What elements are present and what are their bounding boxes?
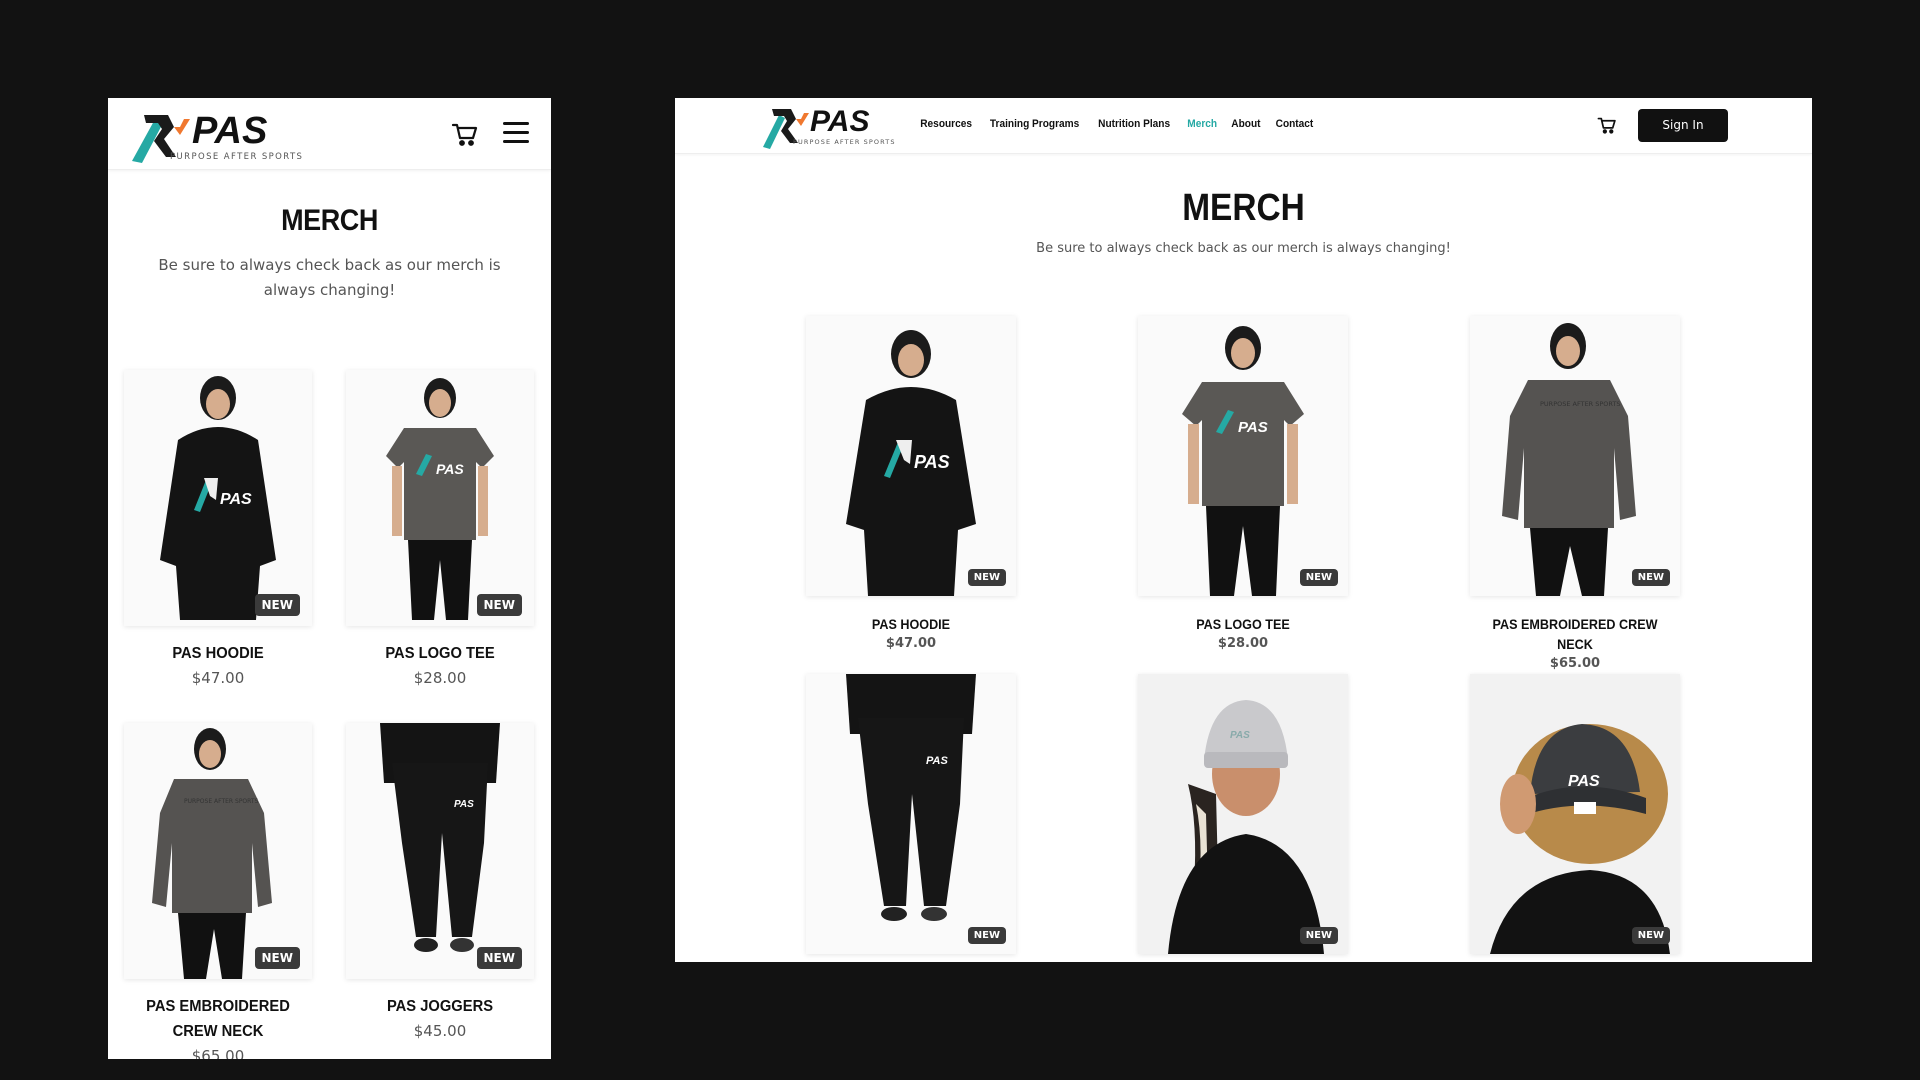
nav-item-resources[interactable]: Resources <box>920 118 972 130</box>
product-card[interactable]: PAS NEW PAS LOGO TEE $28.00 <box>1138 316 1348 654</box>
product-card[interactable]: PAS NEW PAS LOGO TEE $28.00 <box>346 370 534 690</box>
mobile-view: PAS PURPOSE AFTER SPORTS MERCH Be sure t… <box>108 98 551 1059</box>
product-price: $45.00 <box>413 1022 467 1040</box>
product-card[interactable]: PAS NEW <box>806 674 1016 954</box>
product-price: $47.00 <box>885 636 937 651</box>
cart-icon[interactable] <box>1597 115 1617 135</box>
product-name[interactable]: PAS EMBROIDERED CREW NECK <box>132 994 305 1044</box>
new-badge: NEW <box>254 594 300 616</box>
product-image-joggers[interactable]: PAS NEW <box>346 723 534 979</box>
product-price: $65.00 <box>191 1047 245 1059</box>
svg-text:PURPOSE AFTER SPORTS: PURPOSE AFTER SPORTS <box>184 798 259 805</box>
new-badge: NEW <box>1631 569 1670 586</box>
mobile-header: PAS PURPOSE AFTER SPORTS <box>108 98 551 170</box>
page-subtitle: Be sure to always check back as our merc… <box>158 256 501 299</box>
brand-logo[interactable]: PAS PURPOSE AFTER SPORTS <box>757 101 907 151</box>
product-card[interactable]: PAS NEW PAS JOGGERS $45.00 <box>346 723 534 1043</box>
logo-wordmark: PAS <box>810 105 869 138</box>
new-badge: NEW <box>1299 927 1338 944</box>
new-badge: NEW <box>967 569 1006 586</box>
cart-icon[interactable] <box>451 120 479 148</box>
nav-item-training-programs[interactable]: Training Programs <box>990 118 1079 130</box>
new-badge: NEW <box>1299 569 1338 586</box>
product-price: $28.00 <box>413 669 467 687</box>
nav-item-nutrition-plans[interactable]: Nutrition Plans <box>1099 118 1171 130</box>
svg-text:PAS: PAS <box>914 452 950 472</box>
svg-text:PAS: PAS <box>436 461 464 477</box>
product-image-joggers[interactable]: PAS NEW <box>806 674 1016 954</box>
product-image-hoodie[interactable]: PAS NEW <box>124 370 312 626</box>
product-image-hoodie[interactable]: PAS NEW <box>806 316 1016 596</box>
product-card[interactable]: PAS NEW PAS HOODIE $47.00 <box>124 370 312 690</box>
desktop-view: PAS PURPOSE AFTER SPORTS Resources Train… <box>675 98 1812 962</box>
product-name[interactable]: PAS HOODIE <box>132 641 305 666</box>
brand-logo[interactable]: PAS PURPOSE AFTER SPORTS <box>124 105 314 165</box>
product-image-cap[interactable]: PAS NEW <box>1470 674 1680 954</box>
nav-item-contact[interactable]: Contact <box>1276 118 1314 130</box>
svg-text:PAS: PAS <box>1230 730 1250 741</box>
logo-wordmark: PAS <box>192 110 267 152</box>
new-badge: NEW <box>1631 927 1670 944</box>
svg-text:PAS: PAS <box>926 755 948 767</box>
page-title: MERCH <box>1182 187 1305 229</box>
product-name[interactable]: PAS HOODIE <box>817 614 1006 634</box>
svg-text:PURPOSE AFTER SPORTS: PURPOSE AFTER SPORTS <box>1540 400 1621 408</box>
svg-text:PAS: PAS <box>1238 419 1268 436</box>
new-badge: NEW <box>254 947 300 969</box>
product-price: $47.00 <box>191 669 245 687</box>
product-image-crewneck[interactable]: PURPOSE AFTER SPORTS NEW <box>124 723 312 979</box>
svg-text:PAS: PAS <box>220 491 252 508</box>
product-image-beanie[interactable]: PAS NEW <box>1138 674 1348 954</box>
product-card[interactable]: PURPOSE AFTER SPORTS NEW PAS EMBROIDERED… <box>124 723 312 1059</box>
product-name[interactable]: PAS LOGO TEE <box>354 641 527 666</box>
new-badge: NEW <box>476 947 522 969</box>
svg-text:PAS: PAS <box>454 799 474 810</box>
product-card[interactable]: PURPOSE AFTER SPORTS NEW PAS EMBROIDERED… <box>1470 316 1680 674</box>
new-badge: NEW <box>967 927 1006 944</box>
main-nav: Resources Training Programs Nutrition Pl… <box>918 118 1315 130</box>
sign-in-button[interactable]: Sign In <box>1638 109 1728 142</box>
product-name[interactable]: PAS LOGO TEE <box>1149 614 1338 634</box>
hamburger-menu-icon[interactable] <box>503 122 529 144</box>
product-image-tee[interactable]: PAS NEW <box>1138 316 1348 596</box>
nav-item-merch[interactable]: Merch <box>1187 118 1217 130</box>
logo-tagline: PURPOSE AFTER SPORTS <box>170 152 303 162</box>
desktop-header: PAS PURPOSE AFTER SPORTS Resources Train… <box>675 98 1812 154</box>
nav-item-about[interactable]: About <box>1231 118 1260 130</box>
new-badge: NEW <box>476 594 522 616</box>
product-image-tee[interactable]: PAS NEW <box>346 370 534 626</box>
product-price: $65.00 <box>1549 656 1601 671</box>
product-price: $28.00 <box>1217 636 1269 651</box>
product-card[interactable]: PAS NEW PAS HOODIE $47.00 <box>806 316 1016 654</box>
product-card[interactable]: PAS NEW <box>1470 674 1680 954</box>
product-card[interactable]: PAS NEW <box>1138 674 1348 954</box>
page-title: MERCH <box>281 204 378 237</box>
product-image-crewneck[interactable]: PURPOSE AFTER SPORTS NEW <box>1470 316 1680 596</box>
logo-tagline: PURPOSE AFTER SPORTS <box>793 138 896 146</box>
product-name[interactable]: PAS JOGGERS <box>354 994 527 1019</box>
page-subtitle: Be sure to always check back as our merc… <box>1036 241 1451 256</box>
product-name[interactable]: PAS EMBROIDERED CREW NECK <box>1481 614 1670 654</box>
svg-text:PAS: PAS <box>1568 773 1600 790</box>
